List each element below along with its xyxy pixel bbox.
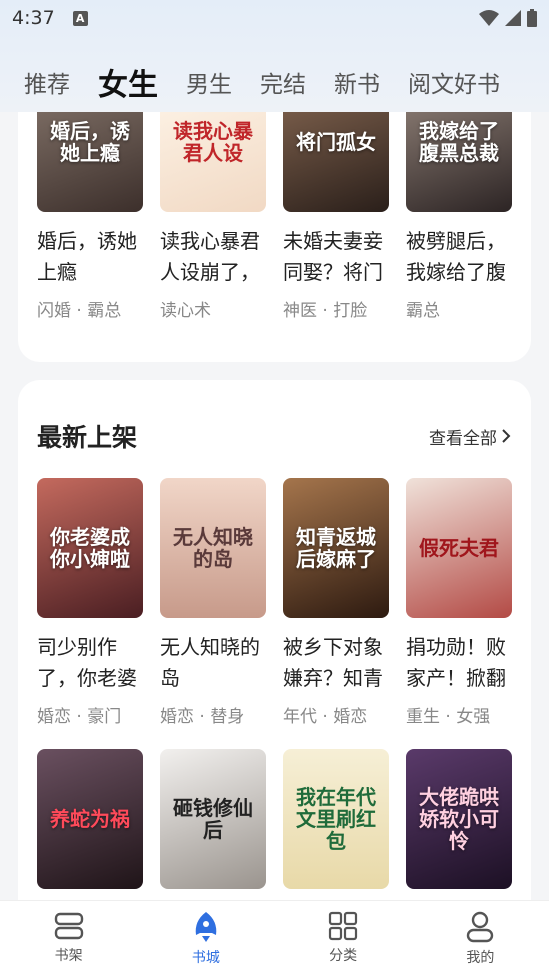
cover-text: 假死夫君 [419, 536, 499, 560]
book-item[interactable]: 婚后，诱她上瘾 婚后，诱她上瘾 闪婚 · 霸总 [37, 112, 143, 321]
cover-text: 婚后，诱她上瘾 [50, 119, 130, 165]
book-tags: 神医 · 打脸 [283, 301, 368, 321]
signal-icon [505, 10, 521, 26]
top-header: 4:37 A 推荐 女生 男生 完结 新书 阅文好书 [0, 0, 549, 112]
book-item[interactable]: 我嫁给了腹黑总裁 被劈腿后，我嫁给了腹 霸总 [406, 112, 512, 321]
notification-icon: A [72, 10, 88, 26]
book-cover[interactable]: 我在年代文里刷红包 [283, 749, 389, 889]
cover-text: 知青返城后嫁麻了 [296, 525, 376, 571]
bottom-navigation: 书架 书城 分类 我的 [0, 900, 549, 976]
cover-text: 无人知晓的岛 [173, 525, 253, 571]
book-tags: 年代 · 婚恋 [283, 707, 368, 727]
book-cover[interactable]: 婚后，诱她上瘾 [37, 112, 143, 212]
tab-new-books[interactable]: 新书 [334, 65, 380, 99]
book-cover[interactable]: 读我心暴君人设 [160, 112, 266, 212]
book-item[interactable]: 大佬跪哄娇软小可怜 [406, 749, 512, 889]
book-cover[interactable]: 将门孤女 [283, 112, 389, 212]
nav-label: 我的 [466, 950, 495, 966]
user-icon [467, 911, 494, 943]
book-title: 捐功勋！败家产！掀翻 [406, 635, 506, 690]
books-row-top: 婚后，诱她上瘾 婚后，诱她上瘾 闪婚 · 霸总 读我心暴君人设 读我心暴君人设崩… [37, 112, 512, 321]
book-item[interactable]: 无人知晓的岛 无人知晓的岛 婚恋 · 替身 [160, 478, 266, 727]
cover-text: 养蛇为祸 [50, 807, 130, 831]
book-tags: 闪婚 · 霸总 [37, 301, 122, 321]
cover-text: 砸钱修仙后 [173, 796, 253, 842]
book-cover[interactable]: 假死夫君 [406, 478, 512, 618]
rocket-icon [195, 912, 217, 942]
book-title: 无人知晓的岛 [160, 635, 260, 690]
books-row-new: 你老婆成你小婶啦 司少别作了，你老婆 婚恋 · 豪门 无人知晓的岛 无人知晓的岛… [37, 478, 512, 727]
book-cover[interactable]: 养蛇为祸 [37, 749, 143, 889]
book-cover[interactable]: 无人知晓的岛 [160, 478, 266, 618]
book-item[interactable]: 知青返城后嫁麻了 被乡下对象嫌弃？知青 年代 · 婚恋 [283, 478, 389, 727]
book-cover[interactable]: 知青返城后嫁麻了 [283, 478, 389, 618]
see-all-label: 查看全部 [429, 428, 497, 449]
book-item[interactable]: 养蛇为祸 [37, 749, 143, 889]
book-title: 未婚夫妻妾同娶？将门 [283, 229, 383, 284]
cover-text: 我嫁给了腹黑总裁 [419, 119, 499, 165]
nav-profile[interactable]: 我的 [412, 901, 549, 976]
book-title: 被乡下对象嫌弃？知青 [283, 635, 383, 690]
book-item[interactable]: 假死夫君 捐功勋！败家产！掀翻 重生 · 女强 [406, 478, 512, 727]
section-title: 最新上架 [37, 423, 138, 452]
book-item[interactable]: 将门孤女 未婚夫妻妾同娶？将门 神医 · 打脸 [283, 112, 389, 321]
chevron-right-icon [502, 429, 511, 443]
nav-bookstore[interactable]: 书城 [137, 901, 274, 976]
book-tags: 婚恋 · 豪门 [37, 707, 122, 727]
section-header: 最新上架 查看全部 [37, 418, 511, 454]
tab-recommend[interactable]: 推荐 [24, 65, 70, 99]
book-title: 婚后，诱她上瘾 [37, 229, 137, 284]
nav-bookshelf[interactable]: 书架 [0, 901, 137, 976]
cover-text: 我在年代文里刷红包 [296, 785, 376, 853]
book-tags: 读心术 [160, 301, 211, 321]
book-tags: 重生 · 女强 [406, 707, 491, 727]
nav-label: 书城 [191, 950, 220, 966]
status-bar: 4:37 A [0, 0, 549, 36]
book-item[interactable]: 读我心暴君人设 读我心暴君人设崩了， 读心术 [160, 112, 266, 321]
book-title: 被劈腿后，我嫁给了腹 [406, 229, 506, 284]
book-item[interactable]: 砸钱修仙后 [160, 749, 266, 889]
wifi-icon [479, 10, 499, 26]
nav-category[interactable]: 分类 [275, 901, 412, 976]
book-cover[interactable]: 我嫁给了腹黑总裁 [406, 112, 512, 212]
book-tags: 婚恋 · 替身 [160, 707, 245, 727]
cover-text: 大佬跪哄娇软小可怜 [419, 785, 499, 853]
tab-finished[interactable]: 完结 [260, 65, 306, 99]
top-books-card: 婚后，诱她上瘾 婚后，诱她上瘾 闪婚 · 霸总 读我心暴君人设 读我心暴君人设崩… [18, 112, 531, 362]
tab-male[interactable]: 男生 [186, 65, 232, 99]
cover-text: 将门孤女 [296, 130, 376, 154]
nav-label: 书架 [54, 948, 83, 964]
book-cover[interactable]: 大佬跪哄娇软小可怜 [406, 749, 512, 889]
tab-female[interactable]: 女生 [98, 60, 158, 104]
cover-text: 你老婆成你小婶啦 [50, 525, 130, 571]
book-tags: 霸总 [406, 301, 440, 321]
new-releases-card: 最新上架 查看全部 你老婆成你小婶啦 司少别作了，你老婆 婚恋 · 豪门 无人知… [18, 380, 531, 900]
grid-icon [329, 911, 358, 941]
category-tabs: 推荐 女生 男生 完结 新书 阅文好书 [0, 56, 549, 108]
books-row-more: 养蛇为祸 砸钱修仙后 我在年代文里刷红包 大佬跪哄娇软小可怜 [37, 749, 512, 889]
book-item[interactable]: 我在年代文里刷红包 [283, 749, 389, 889]
book-title: 读我心暴君人设崩了， [160, 229, 260, 284]
cover-text: 读我心暴君人设 [173, 119, 253, 165]
tab-yuewen-picks[interactable]: 阅文好书 [408, 65, 500, 99]
see-all-link[interactable]: 查看全部 [429, 424, 511, 449]
status-icons [479, 9, 537, 27]
nav-label: 分类 [329, 948, 358, 964]
book-cover[interactable]: 你老婆成你小婶啦 [37, 478, 143, 618]
book-cover[interactable]: 砸钱修仙后 [160, 749, 266, 889]
battery-icon [527, 9, 537, 27]
bookshelf-icon [54, 912, 83, 940]
book-item[interactable]: 你老婆成你小婶啦 司少别作了，你老婆 婚恋 · 豪门 [37, 478, 143, 727]
content-scroll[interactable]: 婚后，诱她上瘾 婚后，诱她上瘾 闪婚 · 霸总 读我心暴君人设 读我心暴君人设崩… [0, 112, 549, 900]
status-time: 4:37 [12, 7, 55, 29]
book-title: 司少别作了，你老婆 [37, 635, 137, 690]
